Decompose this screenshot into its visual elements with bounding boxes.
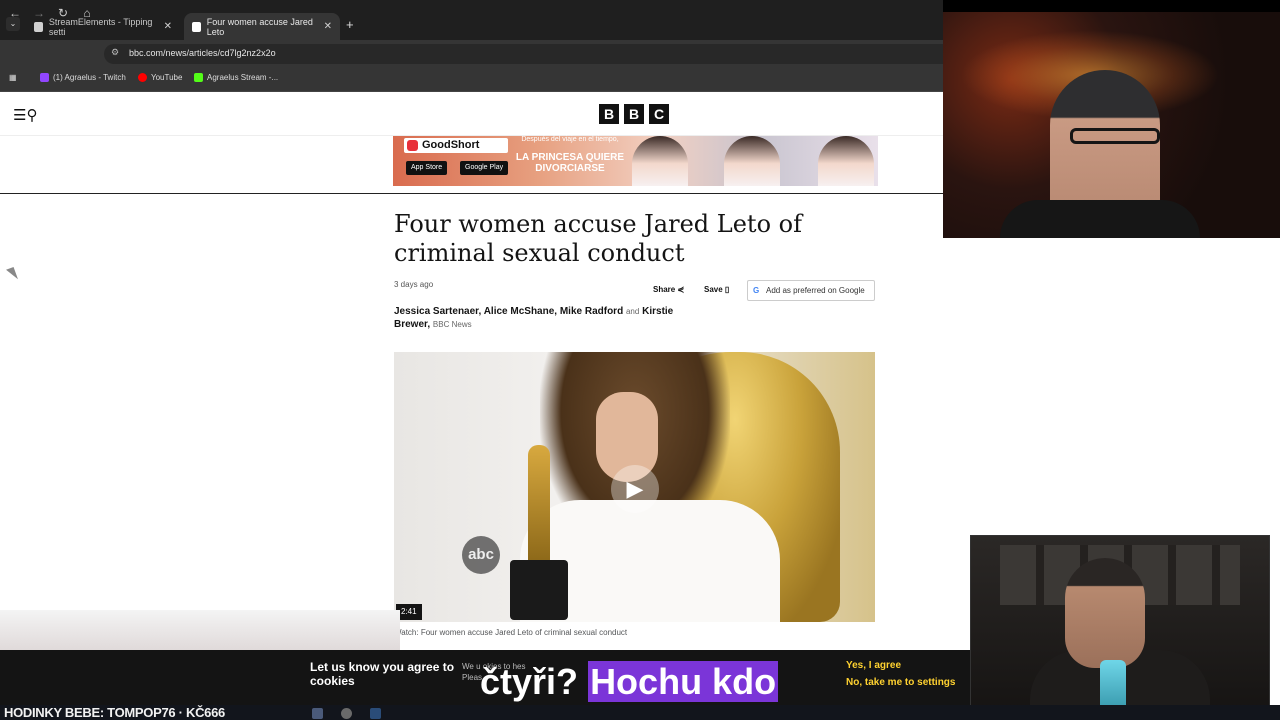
home-icon[interactable]: ⌂ [79, 6, 95, 20]
bookmark-twitch[interactable]: (1) Agraelus - Twitch [40, 73, 126, 82]
stream-ticker: HODINKY BEBE: TOMPOP76 · KČ666 [4, 705, 225, 720]
youtube-icon [138, 73, 147, 82]
cookie-settings-button[interactable]: No, take me to settings [846, 677, 955, 688]
source-label: BBC News [432, 320, 472, 329]
close-tab-icon[interactable]: ✕ [324, 21, 332, 32]
app-store-badge[interactable]: App Store [406, 161, 448, 175]
bbc-logo-letter[interactable]: C [649, 104, 669, 124]
page-fade [0, 610, 400, 650]
site-info-icon[interactable]: ⚙ [111, 47, 119, 58]
save-button[interactable]: Save ▯ [704, 285, 729, 294]
ad-brand: GoodShort [404, 138, 508, 153]
url-text[interactable]: bbc.com/news/articles/cd7lg2nz2x2o [129, 48, 276, 58]
share-icon: ⋞ [677, 285, 685, 294]
save-label: Save [704, 285, 723, 294]
streamer-shirt [1000, 200, 1200, 238]
google-pref-label: Add as preferred on Google [766, 286, 865, 295]
close-tab-icon[interactable]: ✕ [164, 21, 172, 32]
cookie-title: Let us know you agree to cookies [310, 660, 455, 688]
google-play-badge[interactable]: Google Play [460, 161, 509, 175]
cookie-text-part: Pleas [462, 673, 483, 682]
abc-logo: abc [462, 536, 500, 574]
tab-title: Four women accuse Jared Leto [206, 16, 313, 37]
article-timestamp: 3 days ago [394, 280, 434, 289]
tab-streamelements[interactable]: StreamElements - Tipping setti ✕ [26, 13, 180, 40]
taskbar-obs-icon[interactable] [341, 708, 352, 719]
oscar-trophy-base [510, 560, 568, 620]
share-button[interactable]: Share ⋞ [653, 285, 684, 294]
ad-title: LA PRINCESA QUIERE DIVORCIARSE [515, 152, 625, 174]
forward-arrow-icon[interactable]: → [31, 6, 47, 20]
stream-subtitle: čtyři? Hochu kdo [480, 660, 779, 704]
bookmark-label: YouTube [151, 73, 183, 82]
share-label: Share [653, 285, 676, 294]
authors: Jessica Sartenaer, Alice McShane, Mike R… [394, 306, 624, 317]
bbc-logo-letter[interactable]: B [599, 104, 619, 124]
bbc-logo-letter[interactable]: B [624, 104, 644, 124]
bookmark-label: (1) Agraelus - Twitch [53, 73, 126, 82]
oscar-trophy [528, 445, 550, 565]
back-arrow-icon[interactable]: ← [7, 6, 23, 20]
article-byline: Jessica Sartenaer, Alice McShane, Mike R… [394, 305, 694, 331]
bbc-header [0, 92, 943, 136]
new-tab-plus-icon[interactable]: + [346, 17, 354, 32]
twitch-icon [40, 73, 49, 82]
agree-cookies-button[interactable]: Yes, I agree [846, 660, 901, 671]
bookmark-youtube[interactable]: YouTube [138, 73, 182, 82]
play-icon[interactable]: ▶ [611, 465, 659, 513]
google-g-icon: G [753, 286, 760, 295]
tab-bbc-article[interactable]: Four women accuse Jared Leto ✕ [184, 13, 340, 40]
streamer-head [1065, 558, 1145, 668]
ad-person-image [818, 136, 874, 186]
cookie-text-part: We u [462, 662, 481, 671]
reload-icon[interactable]: ↻ [55, 6, 71, 20]
taskbar-steam-icon[interactable] [370, 708, 381, 719]
subtitle-plain: čtyři? [480, 661, 579, 702]
streamer-glasses [1070, 128, 1160, 144]
article-headline: Four women accuse Jared Leto of criminal… [394, 210, 802, 267]
bookmark-icon: ▯ [724, 285, 730, 294]
ad-tagline: Después del viaje en el tiempo, [521, 136, 619, 143]
video-caption: Watch: Four women accuse Jared Leto of c… [394, 628, 628, 637]
streamelements-favicon-icon [34, 21, 43, 32]
apps-grid-icon[interactable]: ▦ [9, 73, 17, 82]
bbc-favicon-icon [192, 21, 201, 32]
goodshort-play-icon [407, 140, 418, 151]
kick-icon [194, 73, 203, 82]
bookmark-label: Agraelus Stream -... [207, 73, 279, 82]
divider [0, 193, 943, 194]
and-word: and [625, 307, 640, 316]
menu-search-icon[interactable]: ☰⚲ [13, 106, 37, 124]
taskbar-app-icon[interactable] [312, 708, 323, 719]
google-preferred-button[interactable]: G Add as preferred on Google [747, 280, 875, 301]
ad-person-image [632, 136, 688, 186]
blank-area [943, 238, 1280, 535]
subtitle-highlight: Hochu kdo [588, 661, 779, 702]
ad-person-image [724, 136, 780, 186]
bookmark-stream[interactable]: Agraelus Stream -... [194, 73, 278, 82]
